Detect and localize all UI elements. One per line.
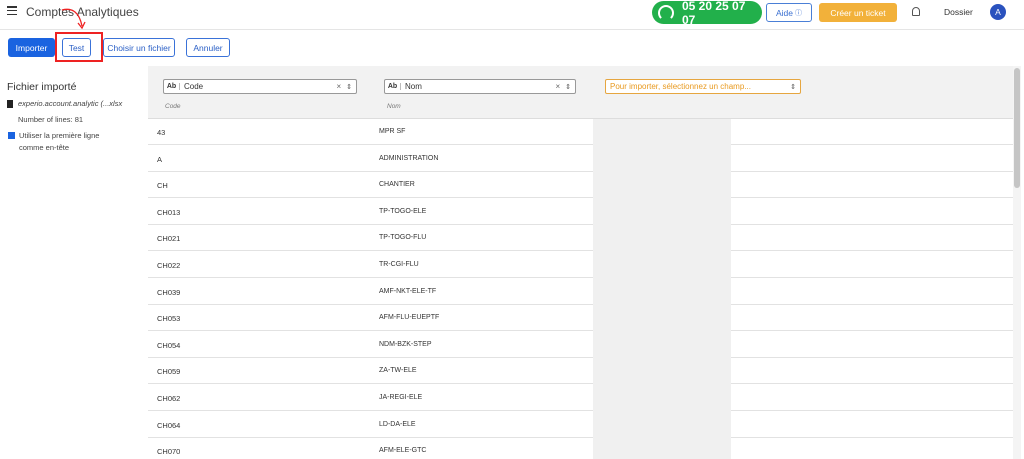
table-row: CH062 JA-REGI-ELE [148, 385, 1013, 411]
cell-code: CH062 [157, 394, 181, 403]
field-select-code[interactable]: Ab Code × ⇕ [163, 79, 357, 94]
cell-code: CH053 [157, 314, 181, 324]
hamburger-menu-icon[interactable] [7, 6, 17, 15]
header-option-row[interactable]: Utiliser la première ligne comme en-tête [8, 131, 119, 154]
cell-code: CH013 [157, 207, 181, 217]
grid-header: Ab Code × ⇕ Code Ab Nom × ⇕ Nom Pour imp… [148, 66, 1013, 119]
help-button[interactable]: Aide ⓘ [766, 3, 812, 22]
sort-caret-icon[interactable]: ⇕ [346, 83, 352, 91]
vertical-scrollbar[interactable] [1013, 66, 1021, 459]
imported-file-title: Fichier importé [7, 81, 77, 93]
cell-nom: ADMINISTRATION [379, 154, 439, 162]
cell-nom: MPR SF [379, 128, 406, 135]
table-row: CH013 TP-TOGO-ELE [148, 199, 1013, 225]
cell-nom: TP-TOGO-FLU [379, 234, 427, 242]
cell-nom: LD-DA-ELE [379, 420, 416, 428]
sort-caret-icon[interactable]: ⇕ [565, 83, 571, 91]
cell-code: CH054 [157, 340, 181, 350]
field-select-placeholder: Pour importer, sélectionnez un champ... [610, 82, 751, 91]
scrollbar-thumb[interactable] [1014, 68, 1020, 188]
phone-support-button[interactable]: 05 20 25 07 07 [652, 0, 762, 27]
header-option-label: Utiliser la première ligne comme en-tête [19, 131, 100, 152]
cell-code: CH064 [157, 420, 181, 430]
column-source-name: Code [165, 103, 181, 110]
sort-caret-icon[interactable]: ⇕ [790, 83, 796, 91]
header-option-checkbox[interactable] [8, 132, 15, 139]
top-bar: Comptes Analytiques 05 20 25 07 07 Aide … [0, 0, 1024, 27]
import-button[interactable]: Importer [8, 38, 55, 57]
cell-code: 43 [157, 128, 166, 137]
cell-code: CH059 [157, 367, 181, 377]
question-circle-icon: ⓘ [795, 9, 802, 17]
field-select-value: Nom [405, 82, 422, 91]
cell-code: A [157, 154, 163, 164]
headset-icon [658, 4, 674, 21]
cell-code: CH022 [157, 261, 181, 270]
header-divider [0, 29, 1024, 30]
table-row: CH064 LD-DA-ELE [148, 412, 1013, 438]
lines-count: Number of lines: 81 [18, 115, 84, 124]
table-row: CH059 ZA-TW-ELE [148, 358, 1013, 385]
cell-code: CH039 [157, 287, 181, 297]
cell-code: CH [157, 181, 168, 191]
field-select-empty[interactable]: Pour importer, sélectionnez un champ... … [605, 79, 801, 94]
table-row: CH054 NDM-BZK-STEP [148, 332, 1013, 358]
bell-icon[interactable] [912, 7, 920, 16]
table-row: 43 MPR SF [148, 119, 1013, 145]
table-row: CH039 AMF-NKT-ELE-TF [148, 279, 1013, 305]
field-select-nom[interactable]: Ab Nom × ⇕ [384, 79, 576, 94]
clear-icon[interactable]: × [555, 82, 560, 91]
help-label: Aide [775, 7, 793, 18]
cell-nom: NDM-BZK-STEP [379, 340, 432, 348]
annotation-arrow-icon [61, 8, 86, 30]
cancel-button[interactable]: Annuler [186, 38, 230, 57]
cell-nom: CHANTIER [379, 181, 415, 189]
table-row: CH CHANTIER [148, 172, 1013, 199]
phone-number: 05 20 25 07 07 [681, 0, 746, 27]
choose-file-button[interactable]: Choisir un fichier [103, 38, 175, 57]
import-grid: Ab Code × ⇕ Code Ab Nom × ⇕ Nom Pour imp… [148, 66, 1013, 459]
table-row: A ADMINISTRATION [148, 146, 1013, 172]
avatar[interactable]: A [990, 4, 1006, 20]
test-button[interactable]: Test [62, 38, 91, 57]
file-name: experio.account.analytic (...xlsx [18, 99, 123, 108]
cell-code: CH070 [157, 447, 181, 457]
cell-nom: AFM-FLU-EUEPTF [379, 314, 440, 322]
cell-nom: JA-REGI-ELE [379, 394, 423, 401]
field-select-value: Code [184, 82, 204, 91]
text-type-icon: Ab [385, 83, 401, 90]
cell-nom: ZA-TW-ELE [379, 367, 417, 375]
table-row: CH021 TP-TOGO-FLU [148, 225, 1013, 252]
cell-nom: TR-CGI-FLU [379, 261, 419, 268]
file-icon [7, 99, 13, 108]
text-type-icon: Ab [164, 83, 180, 90]
column-source-name: Nom [387, 103, 401, 110]
cell-nom: TP-TOGO-ELE [379, 207, 427, 215]
dossier-menu[interactable]: Dossier [944, 7, 973, 17]
cell-nom: AMF-NKT-ELE-TF [379, 287, 437, 295]
table-row: CH070 AFM-ELE-GTC [148, 438, 1013, 459]
cell-nom: AFM-ELE-GTC [379, 447, 427, 455]
clear-icon[interactable]: × [336, 82, 341, 91]
file-row: experio.account.analytic (...xlsx [7, 99, 122, 108]
create-ticket-button[interactable]: Créer un ticket [819, 3, 897, 22]
table-row: CH022 TR-CGI-FLU [148, 252, 1013, 278]
cell-code: CH021 [157, 234, 181, 244]
table-row: CH053 AFM-FLU-EUEPTF [148, 305, 1013, 332]
